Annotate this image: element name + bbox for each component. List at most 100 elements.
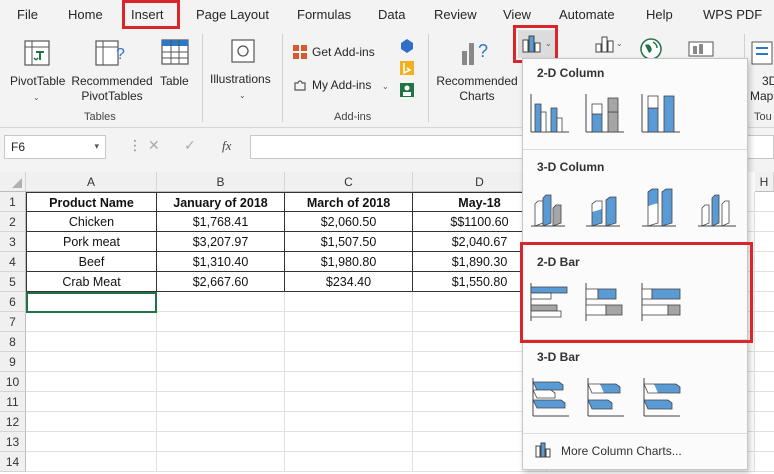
active-cell-outline — [26, 292, 157, 313]
3d-stacked-column-chart-icon[interactable] — [584, 186, 626, 228]
column-header-h[interactable]: H — [755, 172, 774, 192]
column-header-a[interactable]: A — [26, 172, 157, 192]
table-cell[interactable]: $1,980.80 — [285, 252, 413, 272]
table-button[interactable]: Table — [156, 34, 194, 104]
row-header[interactable]: 2 — [0, 212, 26, 232]
cancel-icon[interactable]: ✕ — [148, 137, 160, 154]
svg-text:?: ? — [116, 46, 125, 63]
tab-page-layout[interactable]: Page Layout — [196, 7, 269, 22]
3d-column-chart-icon[interactable] — [696, 186, 738, 228]
insert-hierarchy-chart-button[interactable]: ⌄ — [592, 30, 628, 58]
table-header-cell[interactable]: January of 2018 — [157, 192, 285, 212]
row-header[interactable]: 5 — [0, 272, 26, 292]
row-header[interactable]: 1 — [0, 192, 26, 212]
table-cell[interactable]: Pork meat — [26, 232, 157, 252]
name-box[interactable]: F6 ▾ — [4, 135, 106, 159]
row-header[interactable]: 10 — [0, 372, 26, 392]
insert-tab-highlight — [122, 0, 180, 29]
select-all-icon — [12, 178, 22, 188]
chevron-down-icon: ⌄ — [239, 91, 246, 100]
recommended-pivottables-button[interactable]: ? Recommended PivotTables — [70, 34, 154, 104]
insert-function-icon[interactable]: fx — [222, 138, 231, 154]
pivot-table-button[interactable]: PivotTable ⌄ — [6, 34, 68, 104]
row-header[interactable]: 4 — [0, 252, 26, 272]
table-cell[interactable]: $234.40 — [285, 272, 413, 292]
column-header-c[interactable]: C — [285, 172, 413, 192]
row-header[interactable]: 14 — [0, 452, 26, 472]
clustered-column-chart-icon[interactable] — [529, 92, 571, 134]
my-addins-label: My Add-ins — [312, 78, 372, 92]
tab-view[interactable]: View — [503, 7, 531, 22]
row-header[interactable]: 9 — [0, 352, 26, 372]
row-header[interactable]: 7 — [0, 312, 26, 332]
get-addins-button[interactable]: Get Add-ins — [290, 42, 390, 62]
name-box-value: F6 — [11, 140, 26, 154]
table-cell[interactable]: $3,207.97 — [157, 232, 285, 252]
recommended-pivot-icon: ? — [95, 40, 125, 66]
menu-tab-bar: File Home Insert Page Layout Formulas Da… — [0, 0, 774, 30]
tab-home[interactable]: Home — [68, 7, 103, 22]
table-cell[interactable]: $1,507.50 — [285, 232, 413, 252]
row-header[interactable]: 3 — [0, 232, 26, 252]
illustrations-label: Illustrations — [210, 72, 271, 86]
tab-automate[interactable]: Automate — [559, 7, 615, 22]
table-cell[interactable]: $1,768.41 — [157, 212, 285, 232]
3d-clustered-column-chart-icon[interactable] — [529, 186, 571, 228]
tables-group-label: Tables — [84, 111, 116, 123]
bing-icon[interactable] — [399, 60, 415, 76]
tours-group-label: Tou — [754, 111, 772, 123]
3d-100-percent-stacked-column-chart-icon[interactable] — [640, 186, 682, 228]
panel-divider — [523, 149, 747, 150]
chevron-down-icon: ⌄ — [382, 82, 389, 91]
row-header[interactable]: 8 — [0, 332, 26, 352]
3d-map-button-partial[interactable]: 3D Map — [748, 34, 774, 108]
chevron-down-icon: ⌄ — [616, 39, 623, 48]
people-graph-icon[interactable] — [399, 82, 415, 98]
select-all-corner[interactable] — [0, 172, 26, 192]
ribbon-separator — [202, 34, 203, 122]
table-icon — [161, 39, 189, 65]
more-column-charts-link[interactable]: More Column Charts... — [561, 444, 682, 458]
3d-clustered-bar-chart-icon[interactable] — [529, 376, 571, 418]
table-cell[interactable]: $1,310.40 — [157, 252, 285, 272]
recommended-charts-icon: ? — [462, 41, 488, 65]
table-cell[interactable]: $2,667.60 — [157, 272, 285, 292]
table-cell[interactable]: Chicken — [26, 212, 157, 232]
3d-stacked-bar-chart-icon[interactable] — [584, 376, 626, 418]
recommended-charts-button[interactable]: ? Recommended Charts — [432, 34, 517, 104]
tab-file[interactable]: File — [17, 7, 38, 22]
3d-100-percent-stacked-bar-chart-icon[interactable] — [640, 376, 682, 418]
tab-review[interactable]: Review — [434, 7, 477, 22]
table-header-cell[interactable]: March of 2018 — [285, 192, 413, 212]
column-header-b[interactable]: B — [157, 172, 285, 192]
tab-data[interactable]: Data — [378, 7, 405, 22]
get-addins-label: Get Add-ins — [312, 45, 375, 59]
my-addins-button[interactable]: My Add-ins ⌄ — [290, 75, 396, 95]
hierarchy-chart-icon — [595, 36, 614, 53]
table-header-cell[interactable]: Product Name — [26, 192, 157, 212]
stacked-column-chart-icon[interactable] — [584, 92, 626, 134]
more-options-icon: ⋮ — [128, 137, 142, 153]
row-header[interactable]: 11 — [0, 392, 26, 412]
tab-formulas[interactable]: Formulas — [297, 7, 351, 22]
table-cell[interactable]: Beef — [26, 252, 157, 272]
table-cell[interactable]: $2,060.50 — [285, 212, 413, 232]
100-percent-stacked-column-chart-icon[interactable] — [640, 92, 682, 134]
recommended-charts-label-line2: Charts — [459, 89, 495, 103]
pivot-table-icon — [24, 40, 50, 66]
visio-icon[interactable] — [399, 38, 415, 54]
3d-map-label-line2: Map — [750, 89, 774, 103]
row-header[interactable]: 6 — [0, 292, 26, 312]
row-header[interactable]: 13 — [0, 432, 26, 452]
illustrations-button[interactable]: Illustrations ⌄ — [208, 34, 278, 104]
tab-help[interactable]: Help — [646, 7, 673, 22]
chevron-down-icon: ▾ — [94, 141, 99, 151]
enter-icon[interactable]: ✓ — [184, 137, 196, 154]
row-header[interactable]: 12 — [0, 412, 26, 432]
pivotchart-button-partial[interactable] — [687, 36, 717, 60]
illustrations-icon — [231, 39, 255, 63]
table-cell[interactable]: Crab Meat — [26, 272, 157, 292]
recommended-pivot-label-line2: PivotTables — [81, 89, 143, 103]
tab-wps-pdf[interactable]: WPS PDF — [703, 7, 762, 22]
3d-map-label-line1: 3D — [762, 74, 774, 88]
